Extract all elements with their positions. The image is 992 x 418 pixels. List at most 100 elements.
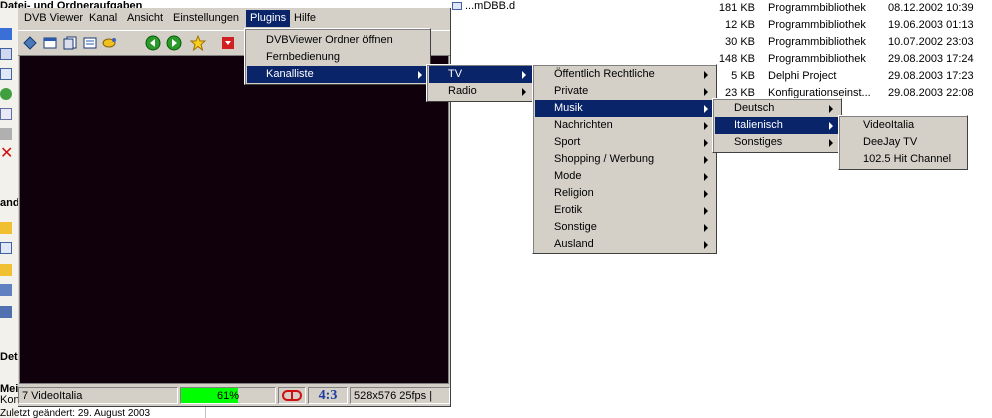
menu-einstellungen[interactable]: Einstellungen bbox=[169, 10, 243, 27]
details-type: Konf bbox=[0, 394, 18, 406]
submenu-arrow-icon bbox=[829, 105, 833, 113]
record-icon bbox=[282, 390, 302, 401]
file-icon bbox=[0, 48, 12, 60]
signal-label: 61% bbox=[216, 390, 240, 402]
menu-item-label: Sonstiges bbox=[734, 136, 783, 148]
menu-item-musik[interactable]: Musik bbox=[535, 100, 714, 117]
menu-ansicht[interactable]: Ansicht bbox=[123, 10, 167, 27]
mail-icon bbox=[0, 108, 12, 120]
menu-item-ausland[interactable]: Ausland bbox=[535, 236, 714, 253]
menu-plugins[interactable]: Plugins bbox=[246, 10, 291, 27]
back-icon[interactable] bbox=[144, 34, 162, 52]
file-date: 29.08.2003 17:24 bbox=[888, 53, 974, 65]
status-bar: 7 VideoItalia 61% 4:3 528x576 25fps | bbox=[18, 386, 450, 406]
file-date: 29.08.2003 22:08 bbox=[888, 87, 974, 99]
signal-strength: 61% bbox=[180, 387, 276, 404]
menu-item-sonstiges[interactable]: Sonstiges bbox=[715, 134, 839, 151]
menu-item-ordner-oeffnen[interactable]: DVBViewer Ordner öffnen bbox=[247, 32, 428, 49]
submenu-arrow-icon bbox=[704, 71, 708, 79]
channel-item-hit-channel[interactable]: 102.5 Hit Channel bbox=[841, 151, 965, 168]
submenu-arrow-icon bbox=[704, 207, 708, 215]
menu-item-radio[interactable]: Radio bbox=[429, 83, 532, 100]
favorite-star-icon[interactable] bbox=[189, 34, 207, 52]
menu-item-mode[interactable]: Mode bbox=[535, 168, 714, 185]
italienisch-menu: VideoItalia DeeJay TV 102.5 Hit Channel bbox=[838, 115, 968, 170]
menu-item-oeffentlich-rechtliche[interactable]: Öffentlich Rechtliche bbox=[535, 66, 714, 83]
menu-item-religion[interactable]: Religion bbox=[535, 185, 714, 202]
aspect-ratio[interactable]: 4:3 bbox=[308, 387, 348, 404]
submenu-arrow-icon bbox=[418, 71, 422, 79]
menu-item-fernbedienung[interactable]: Fernbedienung bbox=[247, 49, 428, 66]
submenu-arrow-icon bbox=[704, 88, 708, 96]
folder-icon bbox=[0, 264, 12, 276]
menu-item-label: Italienisch bbox=[734, 119, 783, 131]
file-date: 08.12.2002 10:39 bbox=[888, 2, 974, 14]
menu-dvbviewer[interactable]: DVB Viewer bbox=[20, 10, 87, 27]
file-type: Programmbibliothek bbox=[768, 53, 866, 65]
computer-icon bbox=[0, 284, 12, 296]
menu-item-deutsch[interactable]: Deutsch bbox=[715, 100, 839, 117]
submenu-arrow-icon bbox=[704, 156, 708, 164]
menu-item-private[interactable]: Private bbox=[535, 83, 714, 100]
menu-item-nachrichten[interactable]: Nachrichten bbox=[535, 117, 714, 134]
menu-item-label: Sonstige bbox=[554, 221, 597, 233]
submenu-arrow-icon bbox=[704, 139, 708, 147]
submenu-arrow-icon bbox=[704, 241, 708, 249]
file-type: Programmbibliothek bbox=[768, 2, 866, 14]
copy-icon bbox=[0, 68, 12, 80]
submenu-arrow-icon bbox=[704, 105, 708, 113]
pages-icon[interactable] bbox=[61, 34, 79, 52]
menu-item-kanalliste[interactable]: Kanalliste bbox=[247, 66, 428, 83]
menu-item-label: TV bbox=[448, 68, 463, 80]
file-date: 10.07.2002 23:03 bbox=[888, 36, 974, 48]
menu-item-tv[interactable]: TV bbox=[429, 66, 532, 83]
diamond-icon[interactable] bbox=[21, 34, 39, 52]
menu-item-shopping-werbung[interactable]: Shopping / Werbung bbox=[535, 151, 714, 168]
document-icon bbox=[0, 242, 12, 254]
file-size: 30 KB bbox=[725, 36, 755, 48]
channel-item-videoitalia[interactable]: VideoItalia bbox=[841, 117, 965, 134]
menu-hilfe[interactable]: Hilfe bbox=[290, 10, 320, 27]
menu-item-sport[interactable]: Sport bbox=[535, 134, 714, 151]
globe-icon bbox=[0, 88, 12, 100]
list-icon[interactable] bbox=[81, 34, 99, 52]
file-size: 181 KB bbox=[718, 2, 755, 14]
file-type: Programmbibliothek bbox=[768, 19, 866, 31]
resolution-info: 528x576 25fps | bbox=[350, 387, 450, 404]
section-heading: and bbox=[0, 197, 18, 209]
file-type: Delphi Project bbox=[768, 70, 837, 82]
channel-item-deejay-tv[interactable]: DeeJay TV bbox=[841, 134, 965, 151]
menu-item-label: Deutsch bbox=[734, 102, 775, 114]
menu-item-label: Öffentlich Rechtliche bbox=[554, 68, 655, 80]
submenu-arrow-icon bbox=[829, 139, 833, 147]
details-heading: Det bbox=[0, 351, 18, 363]
window-icon[interactable] bbox=[41, 34, 59, 52]
menu-item-sonstige[interactable]: Sonstige bbox=[535, 219, 714, 236]
menu-item-label: Erotik bbox=[554, 204, 583, 216]
details-modified: Zuletzt geändert: 29. August 2003 bbox=[0, 408, 151, 418]
file-date: 19.06.2003 01:13 bbox=[888, 19, 974, 31]
menu-item-label: Mode bbox=[554, 170, 582, 182]
submenu-arrow-icon bbox=[704, 122, 708, 130]
delete-icon: ✕ bbox=[0, 145, 14, 162]
menu-item-label: Private bbox=[554, 85, 589, 97]
menu-item-label: Nachrichten bbox=[554, 119, 613, 131]
menu-item-erotik[interactable]: Erotik bbox=[535, 202, 714, 219]
record-dropdown-icon[interactable] bbox=[219, 34, 237, 52]
task-heading: Datei- und Ordneraufgaben bbox=[0, 0, 143, 8]
record-indicator[interactable] bbox=[278, 387, 306, 404]
video-area[interactable] bbox=[19, 55, 449, 384]
menu-item-label: Religion bbox=[554, 187, 594, 199]
submenu-arrow-icon bbox=[522, 71, 526, 79]
musik-menu: Deutsch Italienisch Sonstiges bbox=[712, 98, 842, 153]
printer-icon bbox=[0, 128, 12, 140]
menu-item-italienisch[interactable]: Italienisch bbox=[715, 117, 839, 134]
satellite-icon[interactable] bbox=[101, 34, 119, 52]
forward-icon[interactable] bbox=[165, 34, 183, 52]
menu-kanal[interactable]: Kanal bbox=[85, 10, 121, 27]
submenu-arrow-icon bbox=[829, 122, 833, 130]
menu-item-label: Radio bbox=[448, 85, 477, 97]
file-name[interactable]: ...mDBB.dll bbox=[465, 0, 515, 11]
menu-item-label: Shopping / Werbung bbox=[554, 153, 655, 165]
menu-bar: DVB Viewer Kanal Ansicht Einstellungen P… bbox=[18, 8, 450, 29]
